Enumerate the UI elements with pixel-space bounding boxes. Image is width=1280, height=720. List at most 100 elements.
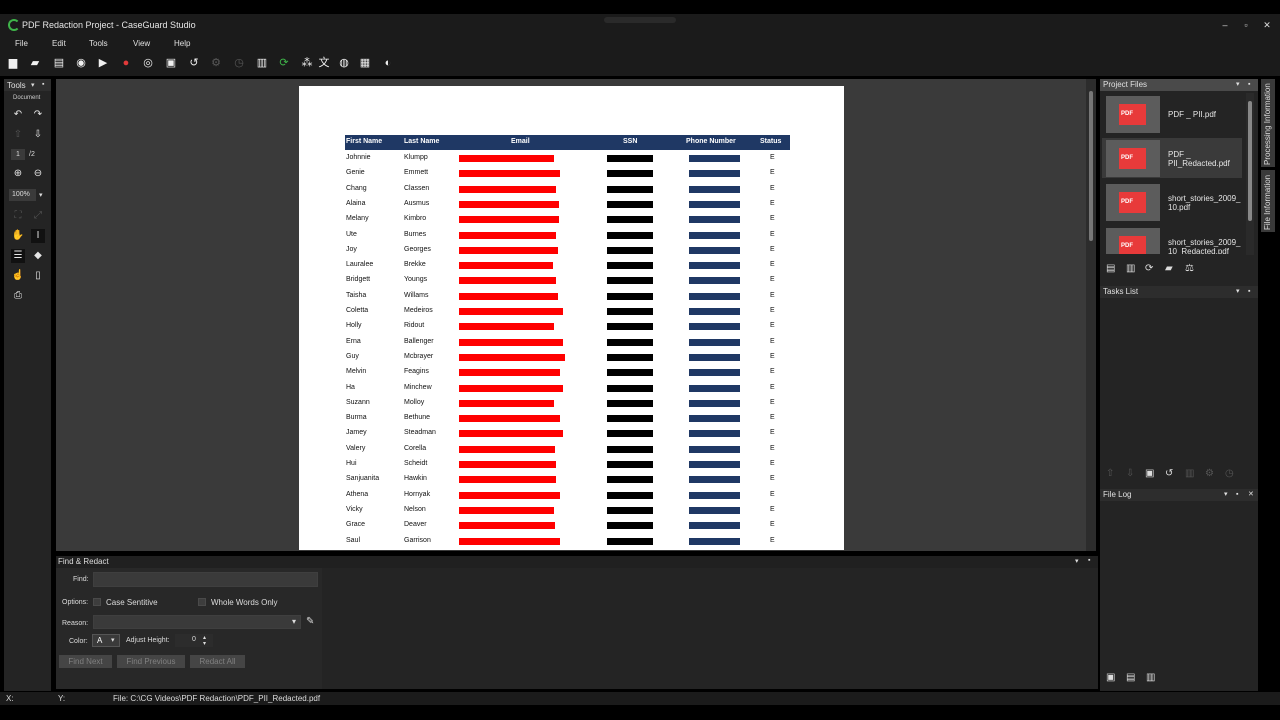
menu-help[interactable]: Help — [174, 39, 190, 48]
zoom-select[interactable]: 100% — [9, 189, 36, 201]
settings-gears-icon[interactable]: ⚙ — [209, 56, 223, 70]
tab-processing-information[interactable]: Processing Information — [1261, 79, 1275, 167]
clock-icon[interactable]: ◷ — [1225, 468, 1234, 479]
webcam-icon[interactable]: ◎ — [141, 56, 155, 70]
close-icon[interactable]: ✕ — [1262, 20, 1272, 30]
calendar-icon[interactable]: ▦ — [358, 56, 372, 70]
files-scrollbar[interactable] — [1246, 93, 1254, 255]
pin-icon[interactable]: ▪ — [1248, 286, 1250, 298]
chevron-down-icon[interactable]: ▾ — [1224, 489, 1228, 501]
color-picker[interactable]: A ▾ — [92, 634, 120, 647]
find-input[interactable] — [93, 572, 318, 587]
chevron-down-icon[interactable]: ▾ — [1075, 557, 1079, 565]
new-project-icon[interactable]: ▆ — [6, 56, 20, 70]
sync-icon[interactable]: ⟳ — [1145, 263, 1153, 274]
redact-area-icon[interactable]: ☰ — [11, 249, 25, 263]
compare-icon[interactable]: ⚖ — [1185, 263, 1194, 274]
menu-file[interactable]: File — [15, 39, 28, 48]
undo-icon[interactable]: ↶ — [11, 108, 25, 122]
window-drag-handle[interactable] — [604, 17, 676, 23]
minimize-icon[interactable]: – — [1220, 20, 1230, 30]
pin-icon[interactable]: ▪ — [1248, 79, 1250, 91]
folder-icon[interactable]: ▰ — [1165, 263, 1173, 274]
zoom-in-icon[interactable]: ⊕ — [11, 167, 25, 181]
pin-icon[interactable]: ▪ — [1236, 489, 1238, 501]
find-next-button[interactable]: Find Next — [59, 655, 112, 668]
chevron-down-icon[interactable]: ▾ — [1236, 79, 1240, 91]
print-icon[interactable]: ⎙ — [11, 289, 25, 303]
clock-icon[interactable]: ◷ — [232, 56, 246, 70]
page-number-input[interactable]: 1 — [11, 149, 25, 160]
log-excel-icon[interactable]: ▥ — [1146, 672, 1155, 683]
add-file-icon[interactable]: ▤ — [1106, 263, 1115, 274]
cell-status: E — [770, 414, 775, 422]
log-document-icon[interactable]: ▤ — [1126, 672, 1135, 683]
history-icon[interactable]: ↺ — [187, 56, 201, 70]
move-up-icon[interactable]: ⇧ — [1106, 468, 1114, 479]
history-icon[interactable]: ↺ — [1165, 468, 1173, 479]
pin-icon[interactable]: ▪ — [1088, 557, 1090, 564]
redaction-phone — [689, 292, 740, 300]
stepper-down-icon[interactable]: ▾ — [203, 640, 206, 647]
refresh-icon[interactable]: ⟳ — [277, 56, 291, 70]
page-icon[interactable]: ▯ — [31, 269, 45, 283]
file-item-selected[interactable]: PDF PDF _ PII_Redacted.pdf — [1102, 138, 1242, 178]
network-icon[interactable]: ⁂ — [300, 56, 314, 70]
delete-icon[interactable]: ▥ — [1126, 263, 1135, 274]
files-scrollbar-thumb[interactable] — [1248, 101, 1252, 221]
table-row: Guy Mcbrayer E — [299, 353, 844, 365]
reason-chevron-icon[interactable]: ▾ — [292, 617, 296, 626]
table-row: Erna Ballenger E — [299, 338, 844, 350]
translate-icon[interactable]: 文 — [317, 56, 331, 70]
file-item[interactable]: PDF short_stories_2009_ 10_Redacted.pdf — [1102, 226, 1242, 254]
save-icon[interactable]: ▣ — [164, 56, 178, 70]
open-folder-icon[interactable]: ▰ — [28, 56, 42, 70]
cell-first-name: Genie — [346, 169, 365, 177]
adjust-height-stepper[interactable]: 0 ▴ ▾ — [175, 634, 213, 647]
settings-gears-icon[interactable]: ⚙ — [1205, 468, 1214, 479]
edit-reason-icon[interactable]: ✎ — [306, 616, 314, 627]
menu-tools[interactable]: Tools — [89, 39, 108, 48]
redact-all-button[interactable]: Redact All — [190, 655, 245, 668]
pdf-page[interactable]: First Name Last Name Email SSN Phone Num… — [299, 86, 844, 550]
new-file-icon[interactable]: ▤ — [52, 56, 66, 70]
file-item[interactable]: PDF short_stories_2009_ 10.pdf — [1102, 182, 1242, 222]
text-select-icon[interactable]: I — [31, 229, 45, 243]
find-previous-button[interactable]: Find Previous — [117, 655, 185, 668]
record-icon[interactable]: ● — [119, 56, 133, 70]
move-down-icon[interactable]: ⇩ — [1126, 468, 1134, 479]
close-icon[interactable]: ✕ — [1248, 489, 1254, 501]
arrow-down-icon[interactable]: ⇩ — [31, 128, 45, 142]
whole-words-checkbox[interactable] — [198, 598, 206, 606]
chevron-down-icon[interactable]: ▾ — [1236, 286, 1240, 298]
save-icon[interactable]: ▣ — [1145, 468, 1154, 479]
zoom-out-icon[interactable]: ⊖ — [31, 167, 45, 181]
video-icon[interactable]: ▶ — [96, 56, 110, 70]
cell-status: E — [770, 505, 775, 513]
redo-icon[interactable]: ↷ — [31, 108, 45, 122]
accessibility-icon[interactable]: ◍ — [337, 56, 351, 70]
reason-select[interactable] — [93, 615, 301, 629]
globe-icon[interactable]: ◐ — [381, 56, 395, 70]
chevron-down-icon[interactable]: ▾ — [31, 81, 35, 89]
scrollbar-thumb[interactable] — [1089, 91, 1093, 241]
arrow-up-icon[interactable]: ⇧ — [11, 128, 25, 142]
maximize-icon[interactable]: ▫ — [1241, 20, 1251, 30]
shapes-icon[interactable]: ◆ — [31, 249, 45, 263]
remove-task-icon[interactable]: ▥ — [1185, 468, 1194, 479]
pointer-icon[interactable]: ☝ — [11, 269, 25, 283]
menu-view[interactable]: View — [133, 39, 150, 48]
fit-page-icon[interactable]: ⤢ — [31, 209, 45, 223]
document-icon[interactable]: ▥ — [255, 56, 269, 70]
fit-width-icon[interactable]: ⛶ — [11, 209, 25, 223]
case-sensitive-checkbox[interactable] — [93, 598, 101, 606]
viewer-scrollbar[interactable] — [1086, 79, 1096, 551]
menu-edit[interactable]: Edit — [52, 39, 66, 48]
hand-tool-icon[interactable]: ✋ — [11, 229, 25, 243]
zoom-chevron-icon[interactable]: ▾ — [39, 191, 43, 199]
export-log-icon[interactable]: ▣ — [1106, 672, 1115, 683]
pin-icon[interactable]: ▪ — [42, 81, 44, 88]
faces-icon[interactable]: ◉ — [74, 56, 88, 70]
file-item[interactable]: PDF PDF _ PII.pdf — [1102, 94, 1242, 134]
tab-file-information[interactable]: File Information — [1261, 170, 1275, 232]
